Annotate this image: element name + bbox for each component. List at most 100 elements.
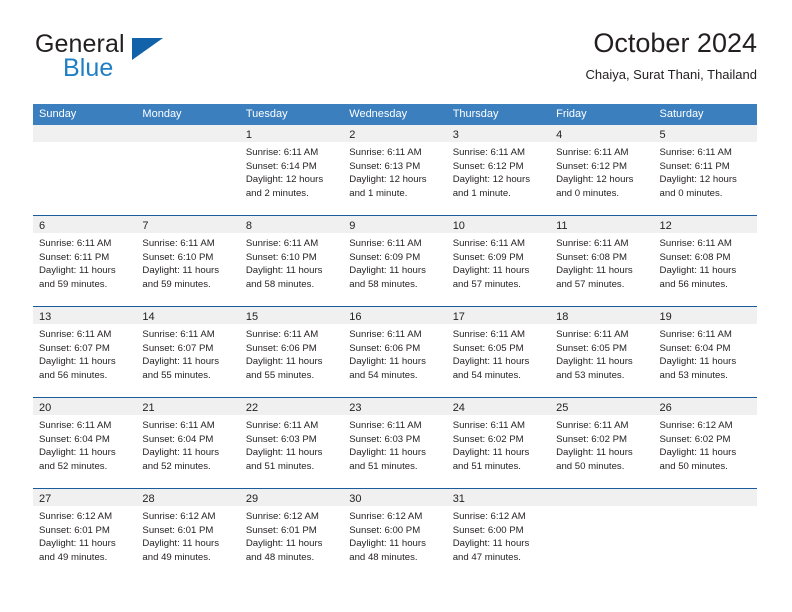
day-number-band: 15 <box>239 307 344 324</box>
day-cell[interactable]: 30 Sunrise: 6:12 AM Sunset: 6:00 PM Dayl… <box>343 489 447 579</box>
sunrise-text: Sunrise: 6:11 AM <box>245 329 319 340</box>
day-details: Sunrise: 6:11 AM Sunset: 6:10 PM Dayligh… <box>240 233 343 291</box>
day-cell[interactable]: 3 Sunrise: 6:11 AM Sunset: 6:12 PM Dayli… <box>446 125 551 215</box>
day-number: 27 <box>39 493 52 505</box>
day-details: Sunrise: 6:11 AM Sunset: 6:10 PM Dayligh… <box>136 233 239 291</box>
daylight-text-line2: and 1 minute. <box>452 187 511 199</box>
daylight-text-line1: Daylight: 12 hours <box>349 174 427 186</box>
logo-text-blue: Blue <box>63 54 114 82</box>
day-details: Sunrise: 6:12 AM Sunset: 6:00 PM Dayligh… <box>447 506 550 564</box>
day-cell[interactable]: 4 Sunrise: 6:11 AM Sunset: 6:12 PM Dayli… <box>550 125 654 215</box>
daylight-text-line1: Daylight: 12 hours <box>245 174 324 186</box>
weekday-header-saturday: Saturday <box>659 108 704 120</box>
generalblue-logo[interactable]: General Blue <box>33 26 263 88</box>
sunrise-text: Sunrise: 6:11 AM <box>349 329 422 340</box>
day-cell[interactable]: 17 Sunrise: 6:11 AM Sunset: 6:05 PM Dayl… <box>446 307 551 397</box>
day-cell[interactable]: 6 Sunrise: 6:11 AM Sunset: 6:11 PM Dayli… <box>33 216 137 306</box>
day-number-band: 24 <box>446 398 551 415</box>
sunset-text: Sunset: 6:02 PM <box>556 433 628 445</box>
day-cell[interactable]: 23 Sunrise: 6:11 AM Sunset: 6:03 PM Dayl… <box>343 398 447 488</box>
day-cell[interactable]: 12 Sunrise: 6:11 AM Sunset: 6:08 PM Dayl… <box>653 216 757 306</box>
sunset-text: Sunset: 6:07 PM <box>142 342 214 354</box>
day-number: 14 <box>142 311 155 323</box>
day-details: Sunrise: 6:12 AM Sunset: 6:01 PM Dayligh… <box>240 506 343 564</box>
day-number-band: 3 <box>446 125 551 142</box>
day-cell[interactable]: 14 Sunrise: 6:11 AM Sunset: 6:07 PM Dayl… <box>136 307 240 397</box>
day-number-band: 11 <box>550 216 654 233</box>
day-cell[interactable]: 7 Sunrise: 6:11 AM Sunset: 6:10 PM Dayli… <box>136 216 240 306</box>
sunset-text: Sunset: 6:08 PM <box>659 251 731 263</box>
day-cell[interactable]: 19 Sunrise: 6:11 AM Sunset: 6:04 PM Dayl… <box>653 307 757 397</box>
day-cell[interactable]: 22 Sunrise: 6:11 AM Sunset: 6:03 PM Dayl… <box>239 398 344 488</box>
day-number-band: 10 <box>446 216 551 233</box>
day-cell[interactable]: 1 Sunrise: 6:11 AM Sunset: 6:14 PM Dayli… <box>239 125 344 215</box>
day-number: 9 <box>349 220 356 232</box>
day-cell[interactable] <box>33 125 137 215</box>
daylight-text-line1: Daylight: 11 hours <box>245 447 323 459</box>
day-details: Sunrise: 6:11 AM Sunset: 6:02 PM Dayligh… <box>447 415 550 473</box>
day-cell[interactable]: 25 Sunrise: 6:11 AM Sunset: 6:02 PM Dayl… <box>550 398 654 488</box>
day-number-band: 18 <box>550 307 654 324</box>
day-cell[interactable]: 11 Sunrise: 6:11 AM Sunset: 6:08 PM Dayl… <box>550 216 654 306</box>
sunrise-text: Sunrise: 6:11 AM <box>39 420 112 431</box>
day-cell[interactable]: 9 Sunrise: 6:11 AM Sunset: 6:09 PM Dayli… <box>343 216 447 306</box>
day-cell[interactable]: 18 Sunrise: 6:11 AM Sunset: 6:05 PM Dayl… <box>550 307 654 397</box>
day-cell[interactable]: 20 Sunrise: 6:11 AM Sunset: 6:04 PM Dayl… <box>33 398 137 488</box>
day-cell[interactable]: 26 Sunrise: 6:12 AM Sunset: 6:02 PM Dayl… <box>653 398 757 488</box>
day-cell[interactable]: 8 Sunrise: 6:11 AM Sunset: 6:10 PM Dayli… <box>239 216 344 306</box>
day-cell[interactable]: 27 Sunrise: 6:12 AM Sunset: 6:01 PM Dayl… <box>33 489 137 579</box>
day-details: Sunrise: 6:11 AM Sunset: 6:06 PM Dayligh… <box>240 324 343 382</box>
sunset-text: Sunset: 6:13 PM <box>349 160 421 172</box>
day-cell[interactable]: 13 Sunrise: 6:11 AM Sunset: 6:07 PM Dayl… <box>33 307 137 397</box>
sunset-text: Sunset: 6:02 PM <box>452 433 524 445</box>
day-cell[interactable]: 29 Sunrise: 6:12 AM Sunset: 6:01 PM Dayl… <box>239 489 344 579</box>
day-number-band: 27 <box>33 489 137 506</box>
day-number: 10 <box>452 220 465 232</box>
daylight-text-line2: and 49 minutes. <box>142 551 211 563</box>
day-cell[interactable]: 5 Sunrise: 6:11 AM Sunset: 6:11 PM Dayli… <box>653 125 757 215</box>
daylight-text-line1: Daylight: 11 hours <box>349 356 426 368</box>
sunrise-text: Sunrise: 6:11 AM <box>245 238 319 249</box>
daylight-text-line1: Daylight: 11 hours <box>142 538 220 550</box>
day-number-band: 17 <box>446 307 551 324</box>
day-number: 5 <box>659 129 666 141</box>
day-details: Sunrise: 6:12 AM Sunset: 6:01 PM Dayligh… <box>136 506 239 564</box>
daylight-text-line2: and 56 minutes. <box>39 369 108 381</box>
day-cell[interactable]: 31 Sunrise: 6:12 AM Sunset: 6:00 PM Dayl… <box>446 489 551 579</box>
day-cell[interactable]: 2 Sunrise: 6:11 AM Sunset: 6:13 PM Dayli… <box>343 125 447 215</box>
day-number-band: 5 <box>653 125 757 142</box>
day-details: Sunrise: 6:11 AM Sunset: 6:04 PM Dayligh… <box>33 415 136 473</box>
day-cell[interactable]: 10 Sunrise: 6:11 AM Sunset: 6:09 PM Dayl… <box>446 216 551 306</box>
day-details: Sunrise: 6:11 AM Sunset: 6:05 PM Dayligh… <box>447 324 550 382</box>
day-cell[interactable]: 16 Sunrise: 6:11 AM Sunset: 6:06 PM Dayl… <box>343 307 447 397</box>
daylight-text-line1: Daylight: 11 hours <box>659 447 737 459</box>
day-cell[interactable]: 24 Sunrise: 6:11 AM Sunset: 6:02 PM Dayl… <box>446 398 551 488</box>
sunrise-text: Sunrise: 6:11 AM <box>39 238 112 249</box>
sunrise-text: Sunrise: 6:11 AM <box>452 238 526 249</box>
week-row: 27 Sunrise: 6:12 AM Sunset: 6:01 PM Dayl… <box>33 488 757 579</box>
daylight-text-line1: Daylight: 11 hours <box>452 447 530 459</box>
daylight-text-line1: Daylight: 11 hours <box>659 265 737 277</box>
sunset-text: Sunset: 6:00 PM <box>452 524 524 536</box>
day-number-band: 1 <box>239 125 344 142</box>
daylight-text-line2: and 54 minutes. <box>452 369 521 381</box>
day-number: 23 <box>349 402 362 414</box>
day-cell[interactable] <box>653 489 757 579</box>
sunset-text: Sunset: 6:12 PM <box>556 160 628 172</box>
weekday-header-monday: Monday <box>142 108 182 120</box>
day-number: 21 <box>142 402 155 414</box>
day-cell[interactable]: 21 Sunrise: 6:11 AM Sunset: 6:04 PM Dayl… <box>136 398 240 488</box>
day-number: 30 <box>349 493 362 505</box>
daylight-text-line2: and 51 minutes. <box>452 460 521 472</box>
daylight-text-line2: and 55 minutes. <box>142 369 211 381</box>
sunset-text: Sunset: 6:06 PM <box>245 342 317 354</box>
day-number-band: 21 <box>136 398 240 415</box>
day-cell[interactable]: 15 Sunrise: 6:11 AM Sunset: 6:06 PM Dayl… <box>239 307 344 397</box>
day-cell[interactable]: 28 Sunrise: 6:12 AM Sunset: 6:01 PM Dayl… <box>136 489 240 579</box>
sunset-text: Sunset: 6:04 PM <box>142 433 214 445</box>
day-number-band <box>550 489 654 506</box>
day-cell[interactable] <box>550 489 654 579</box>
daylight-text-line1: Daylight: 12 hours <box>556 174 634 186</box>
day-cell[interactable] <box>136 125 240 215</box>
day-details: Sunrise: 6:11 AM Sunset: 6:13 PM Dayligh… <box>343 142 446 200</box>
